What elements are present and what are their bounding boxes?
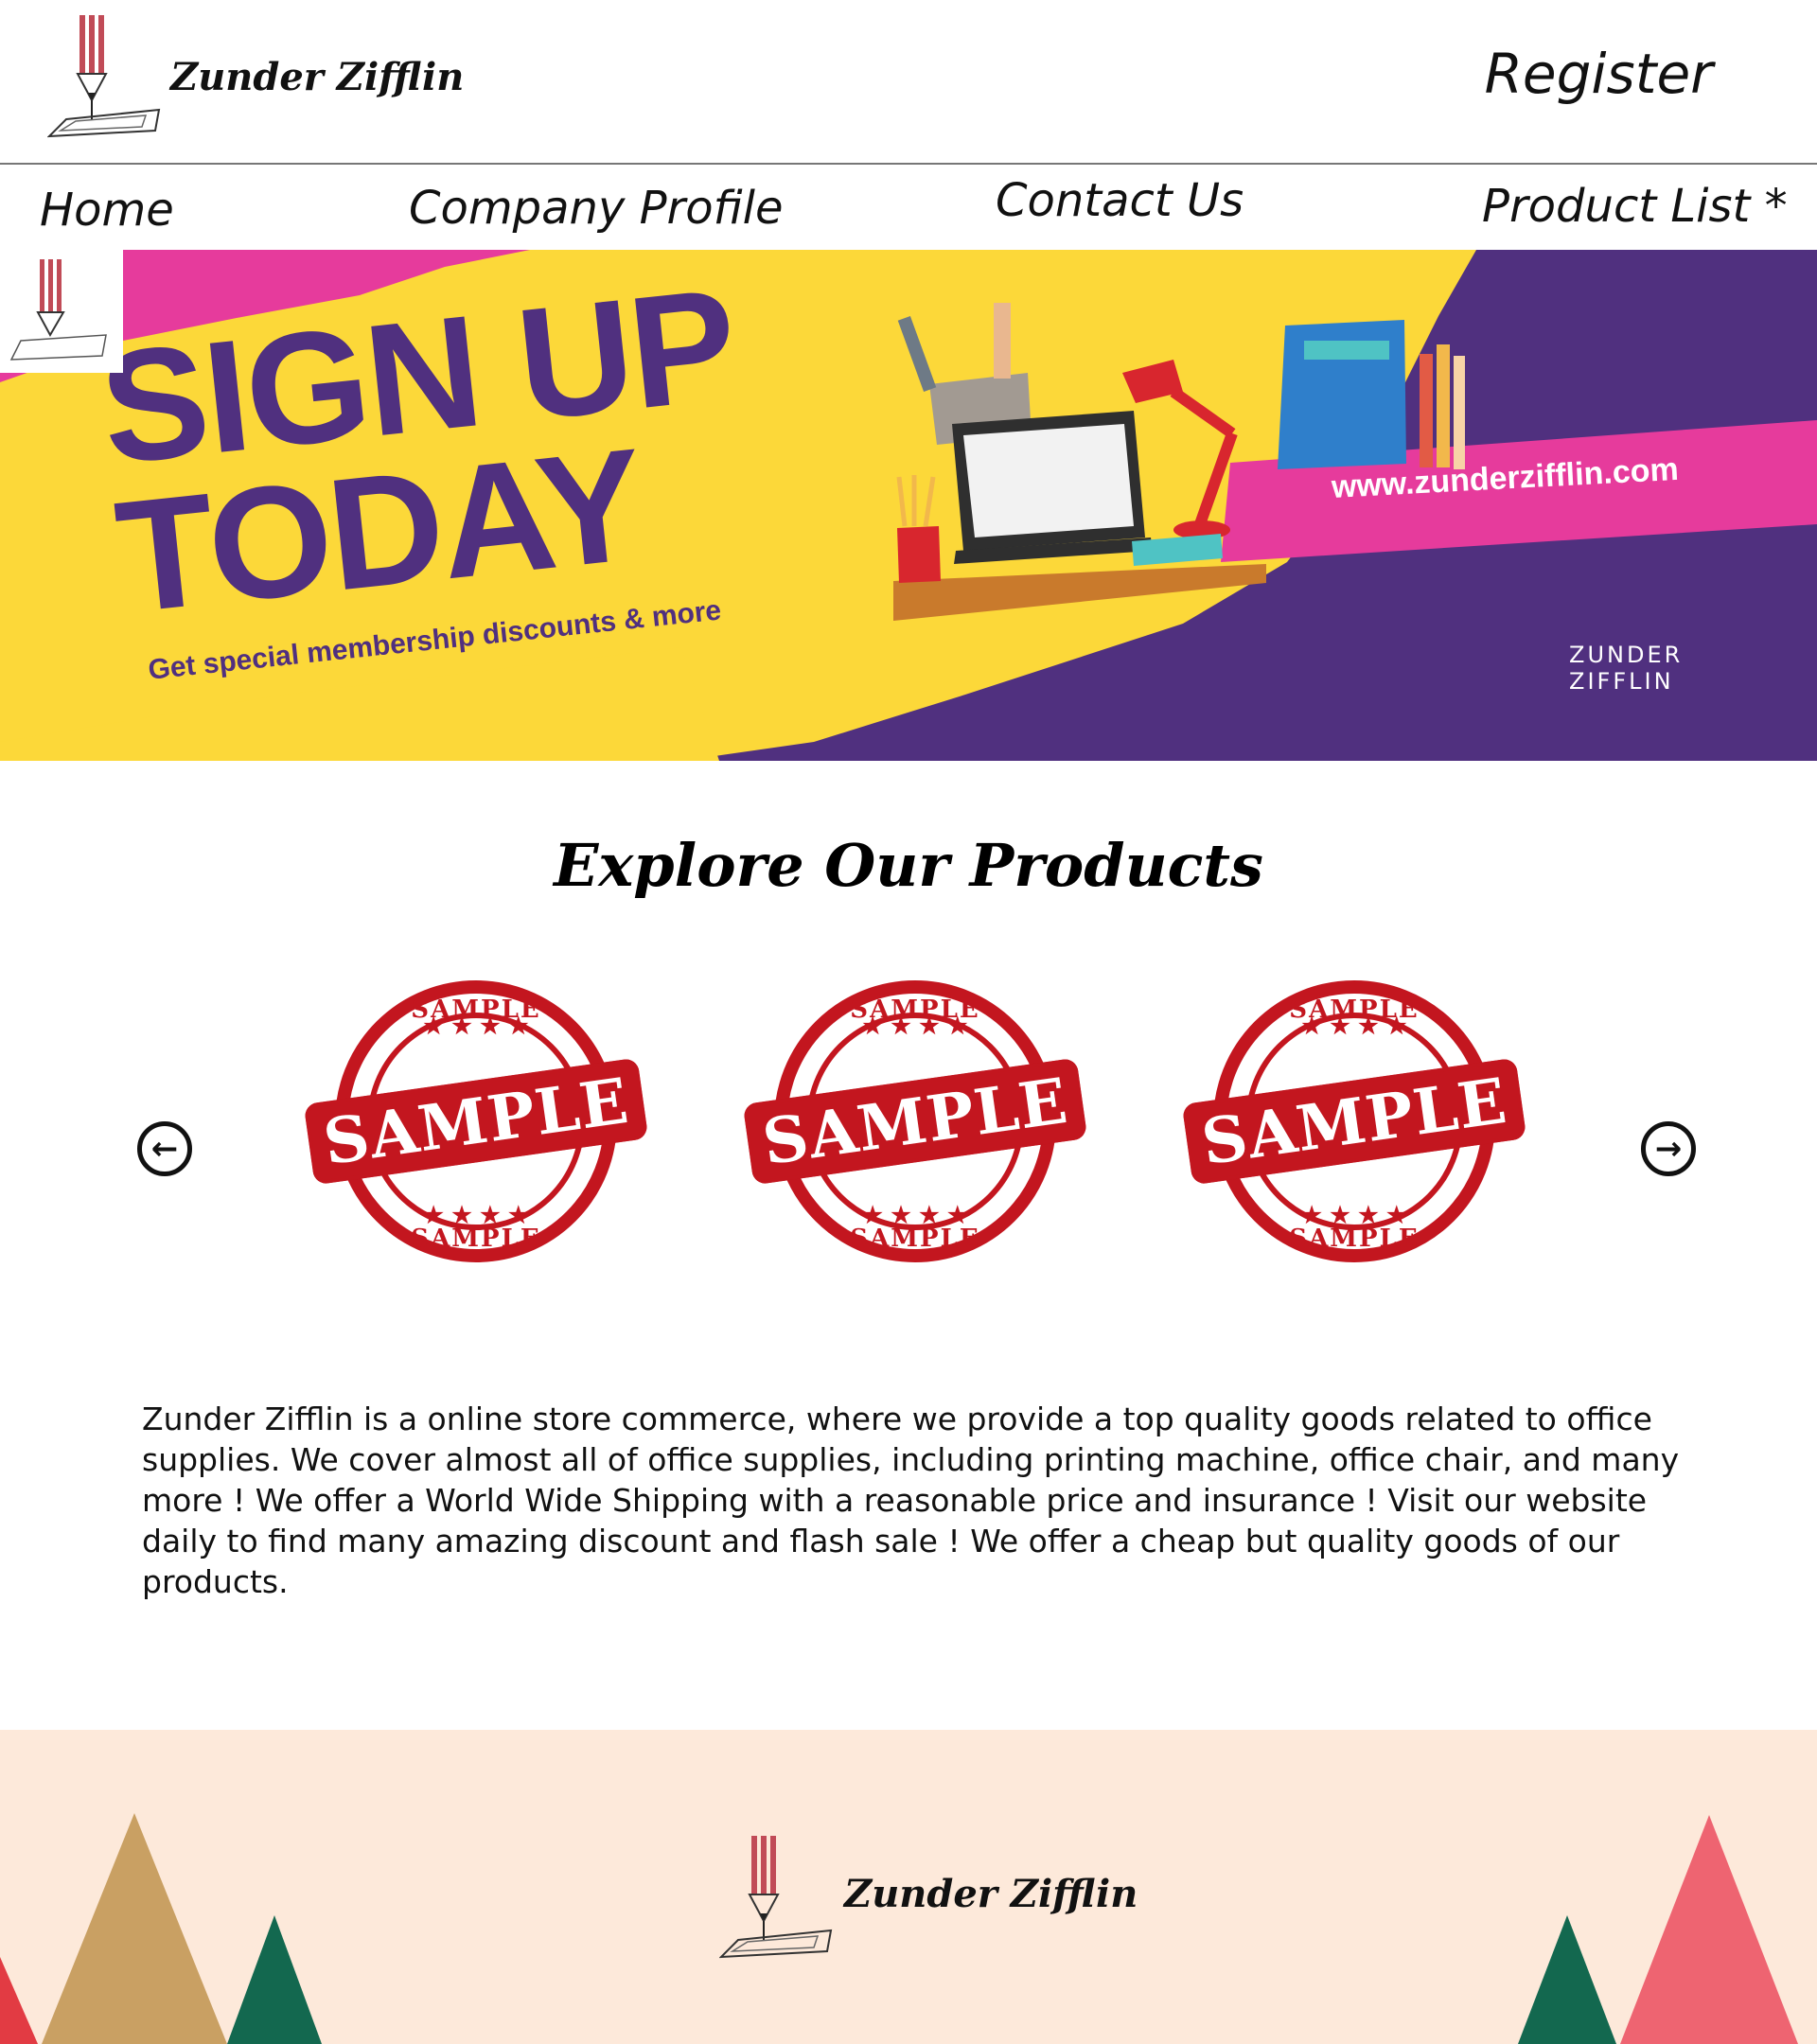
product-card-3[interactable]: ★ ★ ★ ★ ★ ★ ★ ★ SAMPLE SAMPLE SAMPLE bbox=[1181, 975, 1527, 1268]
company-description: Zunder Zifflin is a online store commerc… bbox=[142, 1401, 1680, 1600]
nav-item-home[interactable]: Home bbox=[40, 184, 174, 237]
brand-name: Zunder Zifflin bbox=[170, 55, 465, 99]
banner-logo-text: ZUNDER ZIFFLIN bbox=[1569, 642, 1683, 695]
product-card-1[interactable]: ★ ★ ★ ★ ★ ★ ★ ★ SAMPLE SAMPLE SAMPLE bbox=[303, 975, 649, 1268]
site-footer: Zunder Zifflin bbox=[0, 1730, 1817, 2044]
stamp-bottom-text: SAMPLE bbox=[850, 1225, 980, 1253]
signup-banner[interactable]: SIGN UP TODAY Get special membership dis… bbox=[0, 250, 1817, 761]
banner-logo-line-1: ZUNDER bbox=[1569, 642, 1684, 668]
footer-pencil-logo-icon[interactable] bbox=[719, 1834, 833, 1961]
stamp-main-text: SAMPLE bbox=[1181, 1057, 1527, 1186]
register-link[interactable]: Register bbox=[1485, 42, 1713, 106]
nav-item-contact-us[interactable]: Contact Us bbox=[996, 174, 1244, 227]
stamp-bottom-text: SAMPLE bbox=[1289, 1225, 1420, 1253]
banner-logo-line-2: ZIFFLIN bbox=[1569, 668, 1674, 695]
stamp-main-text: SAMPLE bbox=[303, 1057, 649, 1186]
stamp-bottom-text: SAMPLE bbox=[411, 1225, 541, 1253]
stamp-main-text: SAMPLE bbox=[742, 1057, 1088, 1186]
pencil-logo-icon[interactable] bbox=[47, 13, 161, 140]
nav-item-product-list[interactable]: Product List * bbox=[1482, 180, 1788, 233]
nav-item-company-profile[interactable]: Company Profile bbox=[409, 182, 784, 235]
main-nav: Home Company Profile Contact Us Product … bbox=[0, 165, 1817, 250]
site-header: Zunder Zifflin Register bbox=[0, 0, 1817, 165]
products-section-title: Explore Our Products bbox=[554, 831, 1263, 900]
banner-logo-icon bbox=[0, 250, 123, 373]
footer-brand-name: Zunder Zifflin bbox=[844, 1872, 1138, 1916]
arrow-right-circle-icon[interactable]: → bbox=[1641, 1121, 1696, 1176]
arrow-left-circle-icon[interactable]: ← bbox=[137, 1121, 192, 1176]
product-card-2[interactable]: ★ ★ ★ ★ ★ ★ ★ ★ SAMPLE SAMPLE SAMPLE bbox=[742, 975, 1088, 1268]
